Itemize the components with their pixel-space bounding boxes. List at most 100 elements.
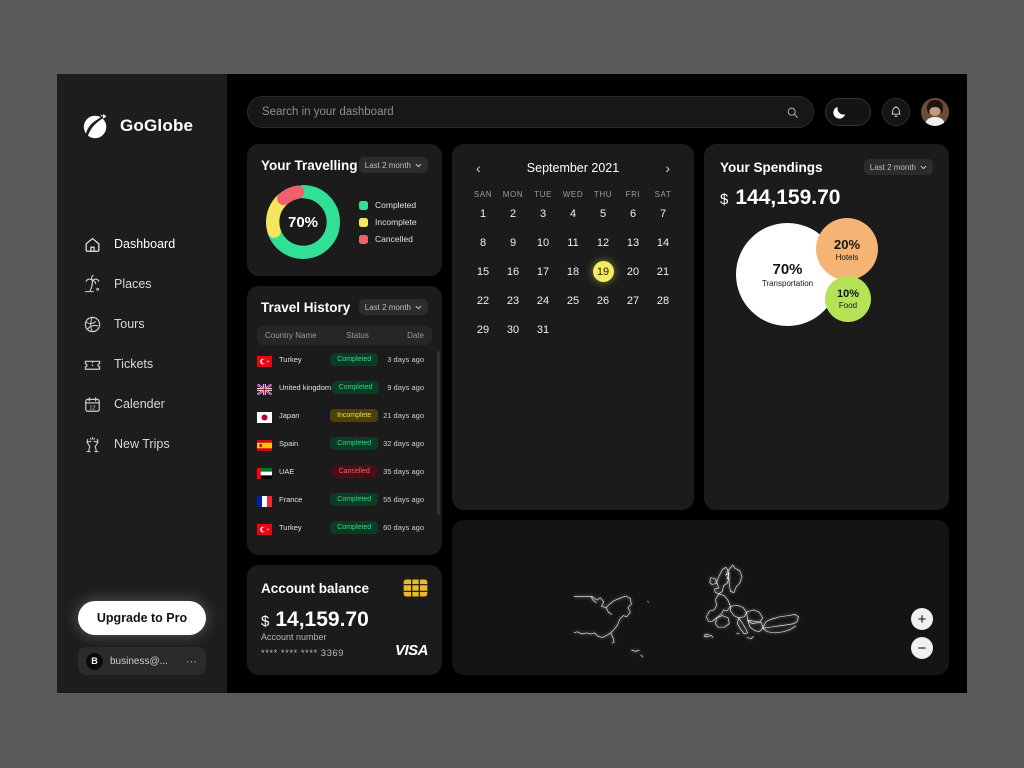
- calendar-day-number: 23: [506, 294, 520, 307]
- status-badge: Completed: [330, 520, 379, 534]
- search-input[interactable]: [262, 106, 786, 118]
- calendar-weekday: THU: [593, 190, 613, 199]
- column-header-country: Country Name: [265, 331, 317, 340]
- minus-icon[interactable]: −: [911, 637, 933, 659]
- calendar-weekday: FRI: [625, 190, 641, 199]
- table-row[interactable]: France Completed 55 days ago: [257, 485, 432, 513]
- map-outlines: [573, 564, 799, 657]
- calendar-day[interactable]: 21: [648, 261, 678, 282]
- row-country-name: UAE: [279, 466, 295, 476]
- calendar-day[interactable]: 29: [468, 319, 498, 340]
- row-country-cell: UAE: [257, 466, 329, 479]
- calendar-day-number: 12: [596, 236, 610, 249]
- sidebar-item-dashboard[interactable]: Dashboard: [57, 226, 227, 262]
- search-box[interactable]: [247, 96, 814, 128]
- status-badge: Completed: [330, 492, 379, 506]
- calendar-weekday: WED: [562, 190, 584, 199]
- calendar-day[interactable]: 23: [498, 290, 528, 311]
- calendar-day-number: 10: [536, 236, 550, 249]
- balance-title: Account balance: [261, 580, 370, 596]
- calendar-day[interactable]: 30: [498, 319, 528, 340]
- travelling-range-label: Last 2 month: [364, 160, 411, 170]
- notification-button[interactable]: [882, 98, 910, 126]
- calendar-day[interactable]: 1: [468, 203, 498, 224]
- avatar[interactable]: [921, 98, 949, 126]
- calendar-day[interactable]: 3: [528, 203, 558, 224]
- sidebar-item-tickets[interactable]: Tickets: [57, 346, 227, 382]
- calendar-day[interactable]: 5: [588, 203, 618, 224]
- spendings-range-label: Last 2 month: [869, 162, 916, 172]
- sidebar-item-places[interactable]: Places: [57, 266, 227, 302]
- history-table-body[interactable]: Turkey Completed 3 days ago United kingdom C…: [247, 345, 442, 555]
- calendar-day[interactable]: 9: [498, 232, 528, 253]
- calendar-day[interactable]: 8: [468, 232, 498, 253]
- table-row[interactable]: Turkey Completed 60 days ago: [257, 513, 432, 541]
- calendar-day[interactable]: 16: [498, 261, 528, 282]
- plus-icon[interactable]: +: [911, 608, 933, 630]
- upgrade-to-pro-button[interactable]: Upgrade to Pro: [78, 601, 206, 635]
- calendar-day[interactable]: 14: [648, 232, 678, 253]
- calendar-day[interactable]: 15: [468, 261, 498, 282]
- legend-swatch: [359, 234, 368, 244]
- calendar-day[interactable]: 12: [588, 232, 618, 253]
- main-content: Your Travelling Last 2 month: [227, 74, 967, 693]
- calendar-day[interactable]: 31: [528, 319, 558, 340]
- calendar-day-number: 13: [626, 236, 640, 249]
- sidebar-item-label: New Trips: [114, 437, 170, 451]
- calendar-day[interactable]: 10: [528, 232, 558, 253]
- calendar-day[interactable]: 6: [618, 203, 648, 224]
- calendar-icon: 12: [85, 396, 100, 412]
- table-row[interactable]: Turkey Completed 3 days ago: [257, 345, 432, 373]
- calendar-day[interactable]: 26: [588, 290, 618, 311]
- history-scrollbar[interactable]: [437, 351, 440, 515]
- row-date: 3 days ago: [387, 354, 424, 364]
- world-map-panel[interactable]: + −: [452, 519, 949, 675]
- calendar-day[interactable]: 24: [528, 290, 558, 311]
- row-country-cell: United kingdom: [256, 382, 331, 396]
- calendar-day-number: 16: [506, 265, 520, 278]
- table-row[interactable]: UAE Cancelled 35 days ago: [257, 457, 432, 485]
- chevron-left-icon[interactable]: ‹: [472, 160, 485, 176]
- calendar-weekday: SAT: [654, 190, 672, 199]
- legend-label: Cancelled: [375, 234, 413, 244]
- calendar-day[interactable]: 27: [618, 290, 648, 311]
- sidebar-item-new-trips[interactable]: New Trips: [57, 426, 227, 462]
- calendar-day-selected[interactable]: 19: [588, 261, 618, 282]
- sidebar-item-calender[interactable]: 12 Calender: [57, 386, 227, 422]
- bubble-percent: 70%: [772, 261, 803, 278]
- legend-item: Cancelled: [359, 234, 417, 244]
- calendar-weekday: MON: [502, 190, 524, 199]
- ellipsis-icon[interactable]: ⋯: [186, 655, 198, 668]
- chevron-right-icon[interactable]: ›: [661, 160, 674, 176]
- calendar-day-number: 7: [659, 207, 667, 220]
- account-pill[interactable]: B business@... ⋯: [78, 647, 206, 675]
- calendar-day[interactable]: 28: [648, 290, 678, 311]
- calendar-day[interactable]: 4: [558, 203, 588, 224]
- table-row[interactable]: Spain Completed 32 days ago: [257, 429, 432, 457]
- calendar-day[interactable]: 2: [498, 203, 528, 224]
- row-country-name: Japan: [279, 410, 300, 420]
- theme-toggle[interactable]: [825, 98, 871, 126]
- calendar-day[interactable]: 7: [648, 203, 678, 224]
- travelling-center-value: 70%: [287, 213, 319, 231]
- spendings-range-dropdown[interactable]: Last 2 month: [863, 159, 933, 175]
- table-row[interactable]: United kingdom Completed 9 days ago: [256, 373, 432, 401]
- globe-plane-logo: [83, 113, 107, 139]
- calendar-day[interactable]: 11: [558, 232, 588, 253]
- table-row[interactable]: Japan Incomplete 21 days ago: [257, 401, 432, 429]
- calendar-day[interactable]: 18: [558, 261, 588, 282]
- calendar-month-label: September 2021: [526, 161, 620, 175]
- calendar-day-number: 21: [656, 265, 670, 278]
- search-icon[interactable]: [786, 106, 799, 119]
- calendar-day[interactable]: 20: [618, 261, 648, 282]
- svg-text:12: 12: [89, 405, 95, 411]
- row-date: 35 days ago: [383, 466, 424, 476]
- calendar-day[interactable]: 22: [468, 290, 498, 311]
- travelling-range-dropdown[interactable]: Last 2 month: [358, 157, 428, 173]
- history-range-dropdown[interactable]: Last 2 month: [358, 299, 428, 315]
- calendar-day[interactable]: 13: [618, 232, 648, 253]
- sidebar-item-tours[interactable]: Tours: [57, 306, 227, 342]
- calendar-days-grid[interactable]: 1 2 3 4 5 6 7 8 9 10 11 12 13 14 15 16 17 18 19 20 21 22 23 24 2…: [468, 203, 678, 340]
- calendar-day[interactable]: 25: [558, 290, 588, 311]
- calendar-day[interactable]: 17: [528, 261, 558, 282]
